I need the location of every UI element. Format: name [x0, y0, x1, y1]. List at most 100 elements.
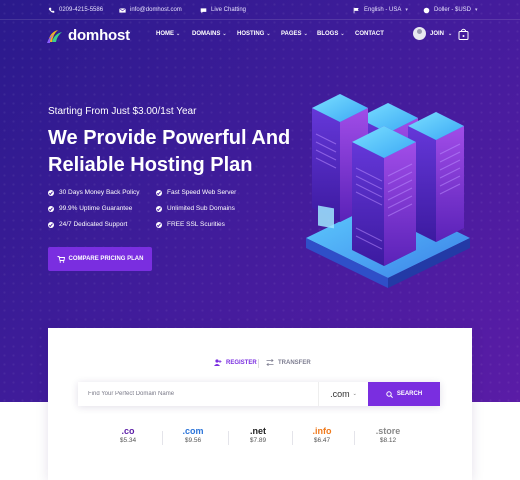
tld-select[interactable]: .com ⌄	[318, 382, 368, 406]
tld-extension: .store	[375, 426, 401, 436]
chevron-down-icon: ⌄	[176, 31, 181, 37]
check-icon	[48, 189, 54, 196]
tld-price-item[interactable]: .net $7.89	[238, 426, 278, 444]
feature-item: 99.9% Uptime Guarantee	[48, 205, 132, 212]
tld-price: $6.47	[313, 437, 331, 444]
flag-icon	[353, 7, 359, 13]
nav-item-label: HOSTING	[237, 31, 265, 37]
live-chat-label: Live Chatting	[211, 7, 247, 13]
check-icon	[156, 189, 162, 196]
user-plus-icon	[214, 359, 222, 366]
domain-search-card: REGISTER TRANSFER .com ⌄ SEARCH .co $5.3…	[48, 328, 472, 480]
nav-item-hosting[interactable]: HOSTING ⌄	[237, 31, 271, 37]
live-chat-link[interactable]: Live Chatting	[200, 0, 246, 20]
feature-label: 99.9% Uptime Guarantee	[59, 205, 133, 212]
chevron-down-icon: ▾	[405, 7, 408, 13]
currency-selector[interactable]: Doller - $USD ▾	[423, 0, 478, 20]
domhost-logo-icon	[47, 29, 62, 43]
chevron-down-icon: ⌄	[352, 391, 357, 397]
tld-extension: .info	[312, 426, 332, 436]
chevron-down-icon: ⌄	[222, 31, 227, 37]
check-icon	[156, 221, 162, 228]
brand-logo[interactable]: domhost	[46, 27, 130, 44]
feature-label: Unlimited Sub Domains	[167, 205, 235, 212]
chat-icon	[200, 7, 207, 13]
chevron-down-icon: ⌄	[266, 31, 271, 37]
currency-label: Doller - $USD	[434, 7, 472, 13]
price-divider	[162, 431, 163, 445]
hero-kicker: Starting From Just $3.00/1st Year	[48, 106, 197, 117]
feature-label: FREE SSL Scurities	[167, 221, 225, 228]
nav-item-label: CONTACT	[355, 31, 384, 37]
tld-price: $8.12	[379, 437, 397, 444]
compare-pricing-button[interactable]: COMPARE PRICING PLAN	[48, 247, 152, 271]
nav-item-domains[interactable]: DOMAINS ⌄	[192, 31, 227, 37]
tab-label: TRANSFER	[278, 359, 311, 366]
price-divider	[292, 431, 293, 445]
language-selector[interactable]: English - USA ▾	[353, 0, 408, 20]
feature-item: Unlimited Sub Domains	[156, 205, 235, 212]
email-contact[interactable]: info@domhost.com	[119, 0, 182, 20]
tld-extension: .co	[121, 426, 135, 436]
tab-transfer[interactable]: TRANSFER	[266, 359, 311, 366]
tab-divider	[258, 359, 259, 368]
tld-price: $9.56	[184, 437, 202, 444]
transfer-icon	[266, 359, 274, 366]
feature-item: 24/7 Dedicated Support	[48, 221, 127, 228]
tld-price-item[interactable]: .info $6.47	[302, 426, 342, 444]
shopping-bag-icon[interactable]	[458, 28, 469, 40]
nav-item-label: DOMAINS	[192, 31, 221, 37]
tld-price: $7.89	[249, 437, 267, 444]
search-button-label: SEARCH	[396, 391, 423, 397]
feature-item: Fast Speed Web Server	[156, 189, 236, 196]
tab-register[interactable]: REGISTER	[214, 359, 257, 366]
feature-item: FREE SSL Scurities	[156, 221, 225, 228]
price-divider	[354, 431, 355, 445]
nav-item-contact[interactable]: CONTACT	[355, 31, 384, 37]
phone-contact[interactable]: 0209-4215-5586	[48, 0, 103, 20]
nav-item-home[interactable]: HOME ⌄	[156, 31, 180, 37]
feature-label: Fast Speed Web Server	[167, 189, 237, 196]
join-button[interactable]: JOIN ⌄	[413, 27, 452, 40]
tld-price-item[interactable]: .store $8.12	[368, 426, 408, 444]
top-bar: 0209-4215-5586 info@domhost.com Live Cha…	[0, 0, 520, 20]
cart-icon	[57, 255, 65, 263]
feature-item: 30 Days Money Back Policy	[48, 189, 140, 196]
feature-label: 30 Days Money Back Policy	[59, 189, 140, 196]
check-icon	[48, 205, 54, 212]
search-icon	[386, 390, 393, 398]
avatar	[413, 27, 426, 40]
domain-tabs: REGISTER TRANSFER	[48, 359, 472, 369]
nav-item-label: HOME	[156, 31, 174, 37]
price-divider	[228, 431, 229, 445]
nav-item-pages[interactable]: PAGES ⌄	[281, 31, 308, 37]
domain-search-input[interactable]	[88, 382, 308, 406]
tld-price-item[interactable]: .com $9.56	[173, 426, 213, 444]
tab-label: REGISTER	[226, 359, 257, 366]
check-icon	[48, 221, 54, 228]
chevron-down-icon: ⌄	[448, 30, 453, 37]
chevron-down-icon: ▾	[475, 7, 478, 13]
phone-number: 0209-4215-5586	[59, 7, 104, 13]
nav-item-label: PAGES	[281, 31, 302, 37]
check-icon	[156, 205, 162, 212]
join-label: JOIN	[430, 30, 445, 37]
brand-name: domhost	[68, 27, 130, 44]
tld-extension: .net	[249, 426, 266, 436]
feature-label: 24/7 Dedicated Support	[59, 221, 128, 228]
tld-extension: .com	[182, 426, 204, 436]
main-navigation: domhost HOME ⌄ DOMAINS ⌄ HOSTING ⌄ PAGES ⌄ B…	[0, 20, 520, 50]
mail-icon	[119, 7, 126, 13]
phone-icon	[48, 7, 55, 13]
server-illustration	[306, 94, 470, 288]
tld-price-item[interactable]: .co $5.34	[108, 426, 148, 444]
hero-headline: We Provide Powerful And Reliable Hosting…	[48, 127, 291, 176]
cta-label: COMPARE PRICING PLAN	[68, 256, 144, 262]
domain-search-bar: .com ⌄ SEARCH	[78, 382, 440, 406]
search-button[interactable]: SEARCH	[368, 382, 440, 406]
nav-item-label: BLOGS	[317, 31, 339, 37]
nav-item-blogs[interactable]: BLOGS ⌄	[317, 31, 345, 37]
email-address: info@domhost.com	[130, 7, 182, 13]
coin-icon	[423, 7, 430, 13]
tld-price: $5.34	[119, 437, 137, 444]
